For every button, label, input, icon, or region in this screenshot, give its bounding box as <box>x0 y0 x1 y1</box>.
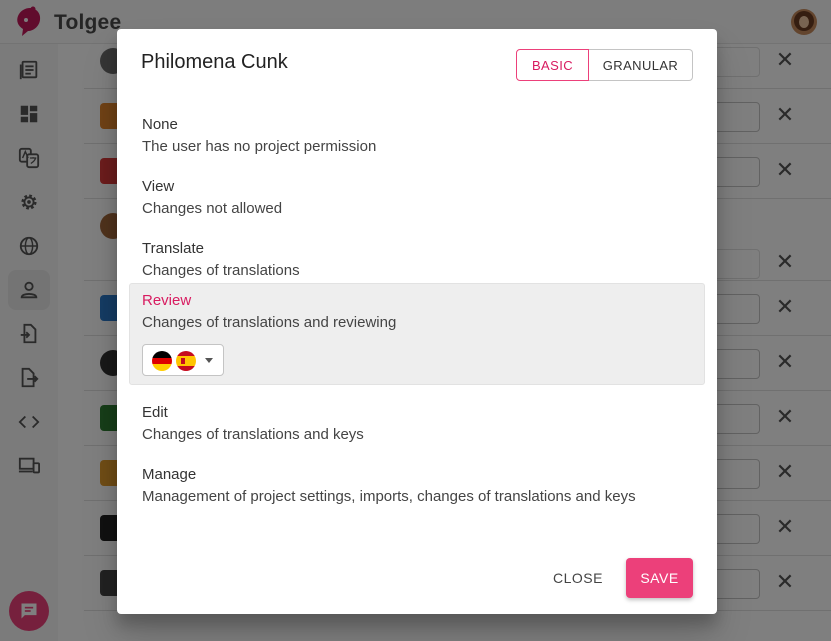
option-description: Management of project settings, imports,… <box>142 488 636 505</box>
option-name: None <box>142 116 178 133</box>
option-name: Translate <box>142 240 204 257</box>
basic-tab[interactable]: BASIC <box>516 49 589 81</box>
granular-tab[interactable]: GRANULAR <box>589 49 693 81</box>
permission-option-translate[interactable]: Translate Changes of translations <box>129 231 705 289</box>
permission-mode-toggle: BASIC GRANULAR <box>516 49 693 81</box>
es-flag-icon <box>176 351 196 371</box>
close-button[interactable]: CLOSE <box>545 558 611 598</box>
permission-option-edit[interactable]: Edit Changes of translations and keys <box>129 395 705 453</box>
de-flag-icon <box>152 351 172 371</box>
option-name: Manage <box>142 466 197 483</box>
permissions-dialog: Philomena Cunk BASIC GRANULAR None The u… <box>117 29 717 614</box>
dialog-title: Philomena Cunk <box>141 51 288 73</box>
option-description: Changes of translations and reviewing <box>142 314 397 331</box>
permission-option-none[interactable]: None The user has no project permission <box>129 107 705 165</box>
save-button[interactable]: SAVE <box>626 558 693 598</box>
permission-option-view[interactable]: View Changes not allowed <box>129 169 705 227</box>
chevron-down-icon <box>205 358 213 363</box>
option-name: Review <box>142 292 192 309</box>
permission-option-review[interactable]: Review Changes of translations and revie… <box>129 283 705 385</box>
option-description: The user has no project permission <box>142 138 377 155</box>
permission-option-manage[interactable]: Manage Management of project settings, i… <box>129 457 705 515</box>
option-description: Changes of translations <box>142 262 300 279</box>
option-description: Changes of translations and keys <box>142 426 364 443</box>
option-description: Changes not allowed <box>142 200 283 217</box>
review-languages-select[interactable] <box>142 344 224 376</box>
option-name: View <box>142 178 175 195</box>
option-name: Edit <box>142 404 168 421</box>
